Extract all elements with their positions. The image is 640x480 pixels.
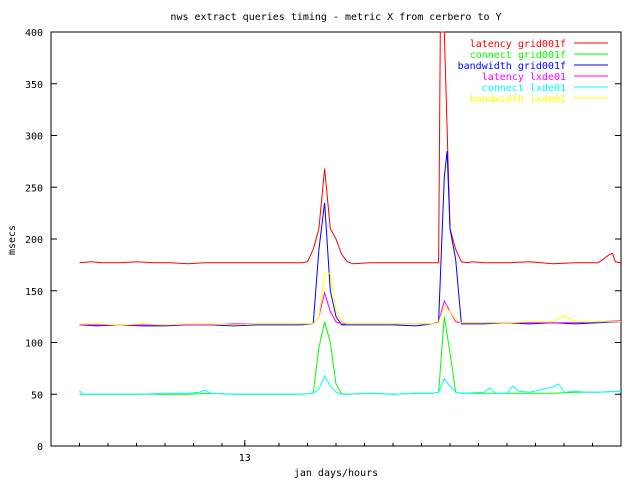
legend: latency grid001fconnect grid001fbandwidt… — [458, 39, 608, 105]
series-line-4 — [79, 374, 622, 395]
series-line-5 — [79, 272, 621, 326]
y-tick-label: 200 — [25, 235, 43, 246]
legend-label: latency grid001f — [470, 39, 566, 50]
y-tick-label: 350 — [25, 80, 43, 91]
legend-label: latency lxde01 — [482, 72, 566, 83]
y-tick-label: 0 — [37, 442, 43, 453]
legend-label: connect lxde01 — [482, 83, 566, 94]
x-axis-label: jan days/hours — [294, 468, 378, 479]
y-tick-label: 400 — [25, 28, 43, 39]
series-line-1 — [79, 316, 622, 395]
legend-label: connect grid001f — [470, 50, 566, 61]
chart-title: nws extract queries timing - metric X fr… — [170, 12, 501, 23]
y-tick-label: 300 — [25, 132, 43, 143]
legend-label: bandwidth grid001f — [458, 61, 566, 72]
x-tick-label: 13 — [239, 453, 251, 464]
y-tick-label: 50 — [31, 390, 43, 401]
legend-label: bandwidth lxde01 — [470, 94, 566, 105]
y-tick-label: 250 — [25, 183, 43, 194]
y-tick-label: 100 — [25, 339, 43, 350]
series-line-3 — [79, 290, 622, 326]
series-line-2 — [79, 150, 622, 327]
y-axis-label: msecs — [7, 225, 18, 255]
chart: nws extract queries timing - metric X fr… — [7, 12, 622, 479]
x-axis: 13 — [50, 440, 622, 464]
y-tick-label: 150 — [25, 287, 43, 298]
